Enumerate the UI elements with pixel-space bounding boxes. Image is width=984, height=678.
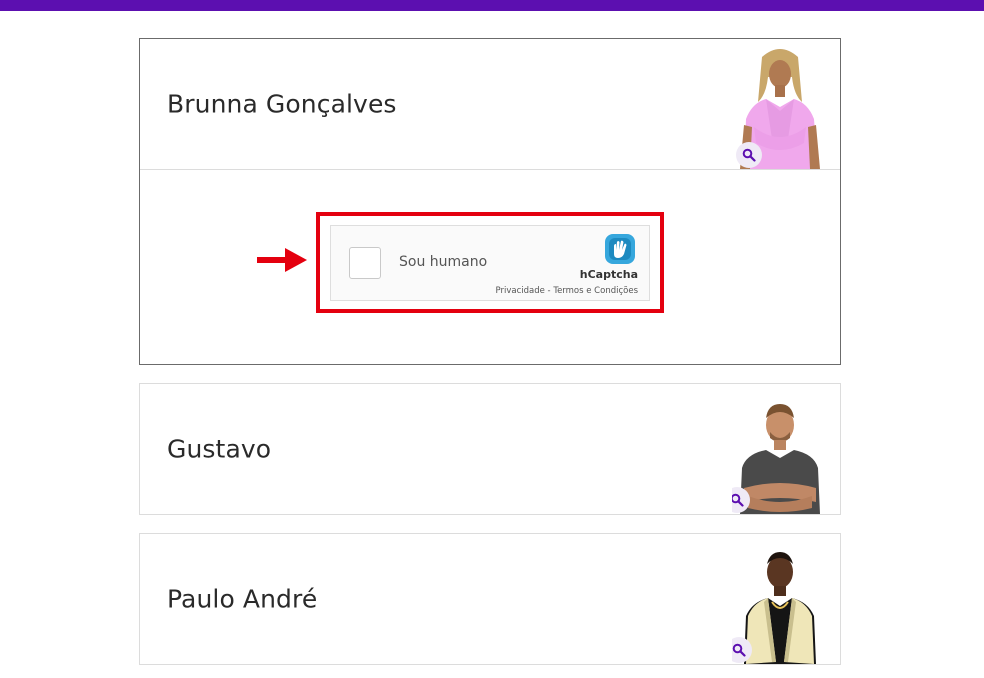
participant-card-gustavo[interactable]: Gustavo [139,383,841,515]
participant-row[interactable]: Paulo André [140,534,840,664]
captcha-highlight-box: Sou humano hCaptcha Privacidade - Termos… [316,212,664,313]
magnifier-icon [732,493,744,507]
red-arrow-right-icon [257,248,307,272]
participant-name: Brunna Gonçalves [167,89,397,119]
participant-row[interactable]: Brunna Gonçalves [140,39,840,170]
top-bar [0,0,984,11]
zoom-button[interactable] [736,142,762,168]
participant-name: Paulo André [167,584,318,614]
captcha-label: Sou humano [399,254,488,270]
hcaptcha-widget: Sou humano hCaptcha Privacidade - Termos… [330,225,650,301]
magnifier-icon [732,643,746,657]
captcha-links[interactable]: Privacidade - Termos e Condições [496,286,638,296]
magnifier-icon [742,148,756,162]
participant-row[interactable]: Gustavo [140,384,840,514]
participant-card-brunna[interactable]: Brunna Gonçalves Sou humano hCaptcha Pri… [139,38,841,365]
participant-photo [732,47,828,169]
captcha-checkbox[interactable] [349,247,381,279]
participant-name: Gustavo [167,434,272,464]
participant-card-paulo[interactable]: Paulo André [139,533,841,665]
participant-photo [732,392,828,514]
hcaptcha-logo-icon [605,234,635,264]
participant-photo [732,542,828,664]
captcha-brand: hCaptcha [579,268,638,281]
captcha-section: Sou humano hCaptcha Privacidade - Termos… [140,170,840,365]
